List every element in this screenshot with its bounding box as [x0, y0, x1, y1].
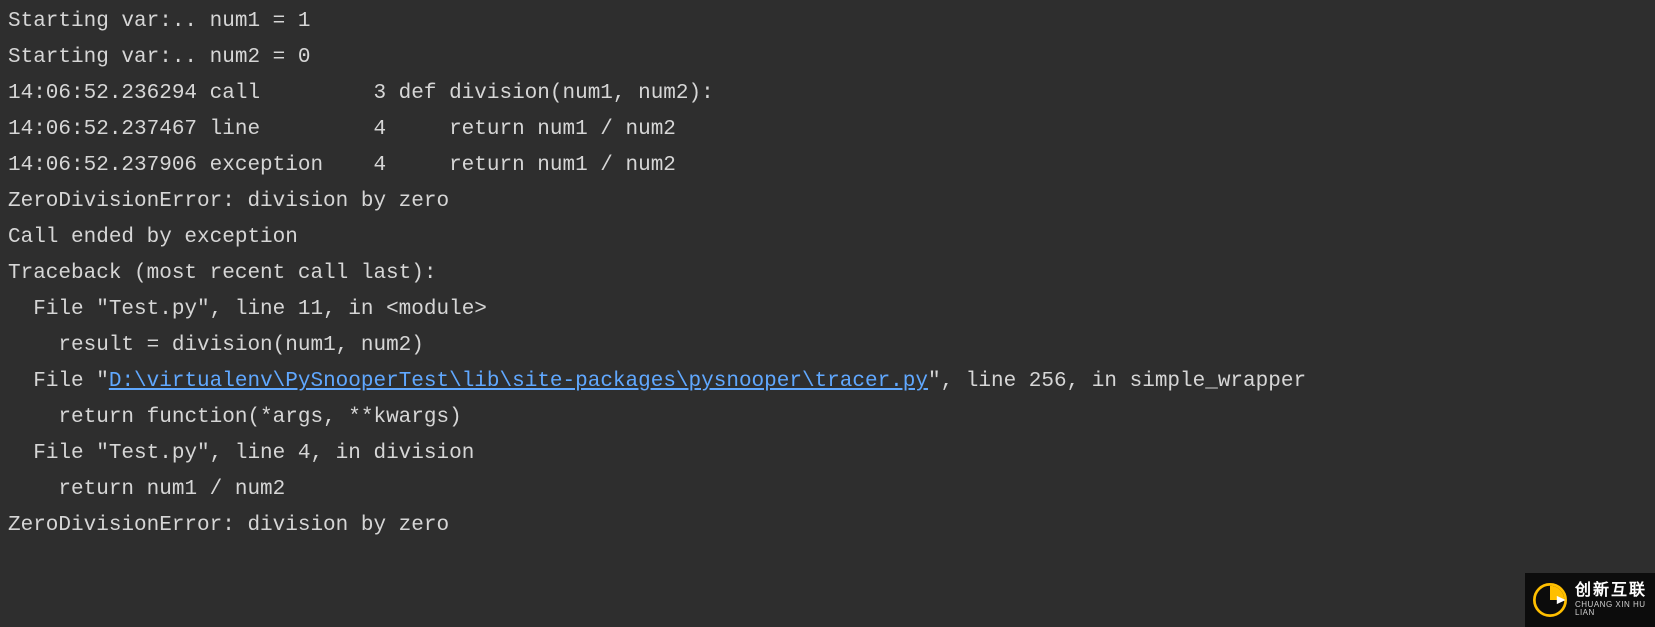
file-path-link[interactable]: D:\virtualenv\PySnooperTest\lib\site-pac…	[109, 370, 928, 393]
terminal-line: 14:06:52.237467 line 4 return num1 / num…	[8, 112, 1647, 148]
line-text: return function(*args, **kwargs)	[58, 406, 461, 429]
line-text: 14:06:52.237906 exception 4 return num1 …	[8, 154, 676, 177]
terminal-line: 14:06:52.237906 exception 4 return num1 …	[8, 148, 1647, 184]
line-text: return num1 / num2	[58, 478, 285, 501]
line-text: Starting var:.. num1 = 1	[8, 10, 310, 33]
terminal-line: ZeroDivisionError: division by zero	[8, 184, 1647, 220]
line-text: File "	[33, 370, 109, 393]
terminal-line: File "D:\virtualenv\PySnooperTest\lib\si…	[8, 364, 1647, 400]
line-indent	[8, 334, 58, 357]
line-text: 14:06:52.237467 line 4 return num1 / num…	[8, 118, 676, 141]
watermark-text-py: CHUANG XIN HU LIAN	[1575, 601, 1647, 617]
line-indent	[8, 298, 33, 321]
line-text: File "Test.py", line 11, in <module>	[33, 298, 487, 321]
watermark-logo-icon	[1533, 583, 1567, 617]
terminal-line: File "Test.py", line 4, in division	[8, 436, 1647, 472]
line-text: Call ended by exception	[8, 226, 298, 249]
terminal-line: result = division(num1, num2)	[8, 328, 1647, 364]
line-indent	[8, 406, 58, 429]
line-indent	[8, 442, 33, 465]
terminal-line: File "Test.py", line 11, in <module>	[8, 292, 1647, 328]
watermark-text-cn: 创新互联	[1575, 583, 1647, 599]
terminal-line: return num1 / num2	[8, 472, 1647, 508]
terminal-line: return function(*args, **kwargs)	[8, 400, 1647, 436]
terminal-line: ZeroDivisionError: division by zero	[8, 508, 1647, 544]
line-text: result = division(num1, num2)	[58, 334, 423, 357]
line-text: ZeroDivisionError: division by zero	[8, 514, 449, 537]
terminal-line: Starting var:.. num1 = 1	[8, 4, 1647, 40]
terminal-output[interactable]: Starting var:.. num1 = 1 Starting var:.. …	[0, 0, 1655, 627]
line-text: 14:06:52.236294 call 3 def division(num1…	[8, 82, 714, 105]
line-text: Starting var:.. num2 = 0	[8, 46, 310, 69]
terminal-line: Starting var:.. num2 = 0	[8, 40, 1647, 76]
watermark-text: 创新互联 CHUANG XIN HU LIAN	[1575, 583, 1647, 617]
line-indent	[8, 370, 33, 393]
terminal-line: Traceback (most recent call last):	[8, 256, 1647, 292]
line-indent	[8, 478, 58, 501]
terminal-line: 14:06:52.236294 call 3 def division(num1…	[8, 76, 1647, 112]
line-text-after: ", line 256, in simple_wrapper	[928, 370, 1306, 393]
line-text: File "Test.py", line 4, in division	[33, 442, 474, 465]
watermark: 创新互联 CHUANG XIN HU LIAN	[1525, 573, 1655, 627]
terminal-line: Call ended by exception	[8, 220, 1647, 256]
line-text: Traceback (most recent call last):	[8, 262, 436, 285]
line-text: ZeroDivisionError: division by zero	[8, 190, 449, 213]
